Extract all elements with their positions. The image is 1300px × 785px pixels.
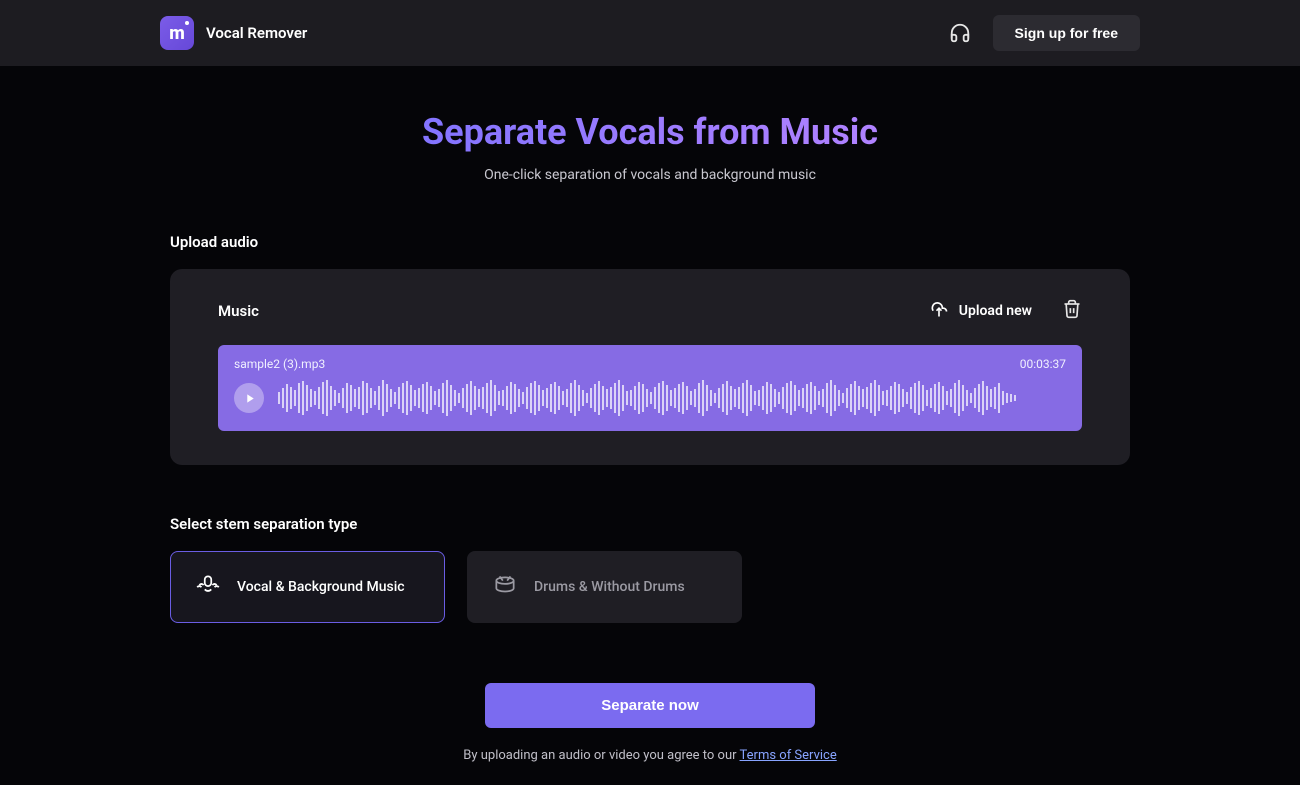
delete-button[interactable]: [1062, 299, 1082, 323]
header-left: m Vocal Remover: [160, 16, 307, 50]
logo-icon: m: [160, 16, 194, 50]
headphones-icon[interactable]: [949, 22, 971, 44]
separate-button[interactable]: Separate now: [485, 683, 815, 728]
hero-subtitle: One-click separation of vocals and backg…: [170, 167, 1130, 183]
header: m Vocal Remover Sign up for free: [0, 0, 1300, 66]
footer-area: Separate now By uploading an audio or vi…: [0, 683, 1300, 763]
option-label: Vocal & Background Music: [237, 579, 405, 595]
audio-meta: sample2 (3).mp3 00:03:37: [234, 357, 1066, 371]
waveform[interactable]: [278, 379, 1066, 417]
trash-icon: [1062, 304, 1082, 323]
app-title: Vocal Remover: [206, 24, 307, 42]
drums-icon: [492, 572, 518, 602]
upload-actions: Upload new: [929, 299, 1082, 323]
audio-player: sample2 (3).mp3 00:03:37: [218, 345, 1082, 431]
tos-prefix: By uploading an audio or video you agree…: [463, 748, 739, 763]
upload-card-header: Music Upload new: [218, 299, 1082, 323]
stems-section-label: Select stem separation type: [170, 515, 1130, 533]
stem-options: Vocal & Background Music Drums & Without…: [170, 551, 1130, 623]
tos-line: By uploading an audio or video you agree…: [463, 748, 836, 763]
upload-new-button[interactable]: Upload new: [929, 299, 1032, 323]
upload-new-label: Upload new: [959, 303, 1032, 319]
music-label: Music: [218, 302, 259, 320]
signup-button[interactable]: Sign up for free: [993, 15, 1140, 51]
option-drums[interactable]: Drums & Without Drums: [467, 551, 742, 623]
upload-section-label: Upload audio: [170, 233, 1130, 251]
option-vocal-background[interactable]: Vocal & Background Music: [170, 551, 445, 623]
tos-link[interactable]: Terms of Service: [740, 748, 837, 763]
play-button[interactable]: [234, 383, 264, 413]
file-name: sample2 (3).mp3: [234, 357, 325, 371]
upload-card: Music Upload new: [170, 269, 1130, 465]
main: Separate Vocals from Music One-click sep…: [0, 66, 1300, 623]
hero-title: Separate Vocals from Music: [170, 111, 1130, 153]
play-icon: [243, 389, 256, 408]
option-label: Drums & Without Drums: [534, 579, 685, 595]
header-right: Sign up for free: [949, 15, 1140, 51]
upload-icon: [929, 299, 949, 323]
audio-body: [234, 379, 1066, 417]
duration: 00:03:37: [1020, 357, 1066, 371]
hero: Separate Vocals from Music One-click sep…: [170, 111, 1130, 183]
vocal-icon: [195, 572, 221, 602]
